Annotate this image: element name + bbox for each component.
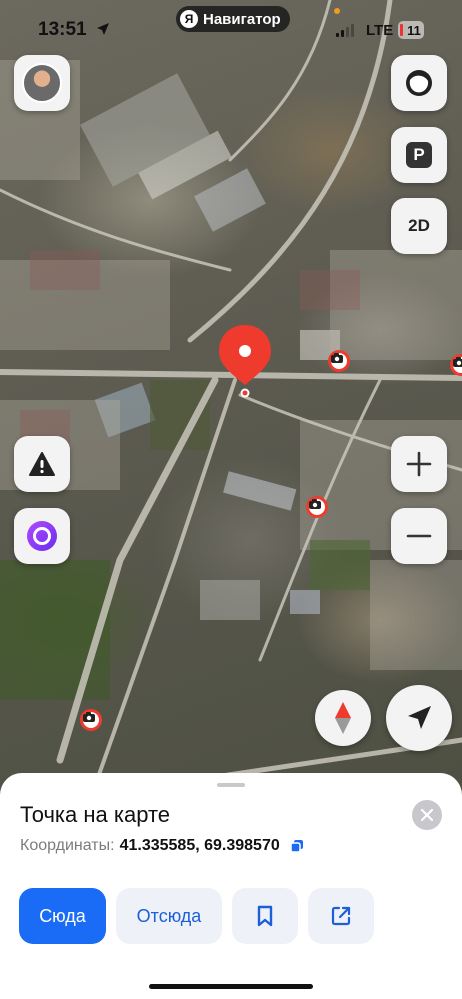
point-info-sheet[interactable]: Точка на карте Координаты: 41.335585, 69… [0, 773, 462, 999]
close-icon [421, 809, 433, 821]
2d-mode-button[interactable]: 2D [391, 198, 447, 254]
layers-button[interactable] [391, 55, 447, 111]
speed-camera-icon[interactable] [328, 350, 350, 372]
copy-icon[interactable] [289, 839, 304, 853]
share-icon [331, 906, 351, 926]
network-type: LTE [366, 22, 394, 39]
map-imagery [0, 0, 462, 800]
layers-icon [406, 70, 432, 96]
save-bookmark-button[interactable] [232, 888, 298, 944]
avatar [22, 63, 62, 103]
zoom-in-button[interactable] [391, 436, 447, 492]
speed-camera-icon[interactable] [306, 496, 328, 518]
speed-camera-icon[interactable] [80, 709, 102, 731]
satellite-map[interactable] [0, 0, 462, 800]
alice-assistant-button[interactable] [14, 508, 70, 564]
profile-avatar-button[interactable] [14, 55, 70, 111]
minus-icon [406, 534, 432, 538]
bookmark-icon [257, 905, 273, 927]
close-button[interactable] [412, 800, 442, 830]
zoom-out-button[interactable] [391, 508, 447, 564]
home-indicator[interactable] [149, 984, 313, 989]
route-here-button[interactable]: Сюда [19, 888, 106, 944]
status-time: 13:51 [38, 19, 87, 40]
plus-icon [406, 451, 432, 477]
route-from-button[interactable]: Отсюда [116, 888, 222, 944]
battery-indicator: 11 [398, 21, 424, 39]
sheet-grabber[interactable] [217, 783, 245, 787]
parking-icon: P [406, 142, 432, 168]
yandex-logo-icon: Я [180, 10, 198, 28]
alice-icon [27, 521, 57, 551]
location-arrow-icon [97, 23, 109, 35]
parking-button[interactable]: P [391, 127, 447, 183]
battery-level: 11 [407, 22, 421, 38]
app-name: Навигатор [203, 10, 281, 28]
privacy-indicator-dot [334, 8, 340, 14]
my-location-button[interactable] [386, 685, 452, 751]
road-event-button[interactable] [14, 436, 70, 492]
share-button[interactable] [308, 888, 374, 944]
compass-button[interactable] [315, 690, 371, 746]
coordinates-row: Координаты: 41.335585, 69.398570 [20, 837, 304, 855]
coordinates-label: Координаты: [20, 837, 115, 854]
compass-icon [335, 702, 351, 734]
app-title-pill[interactable]: Я Навигатор [176, 6, 290, 32]
coordinates-value[interactable]: 41.335585, 69.398570 [120, 837, 280, 855]
sheet-title: Точка на карте [20, 802, 171, 827]
navigation-arrow-icon [408, 706, 431, 729]
cellular-signal-icon [336, 24, 354, 37]
alert-triangle-icon [29, 452, 55, 476]
